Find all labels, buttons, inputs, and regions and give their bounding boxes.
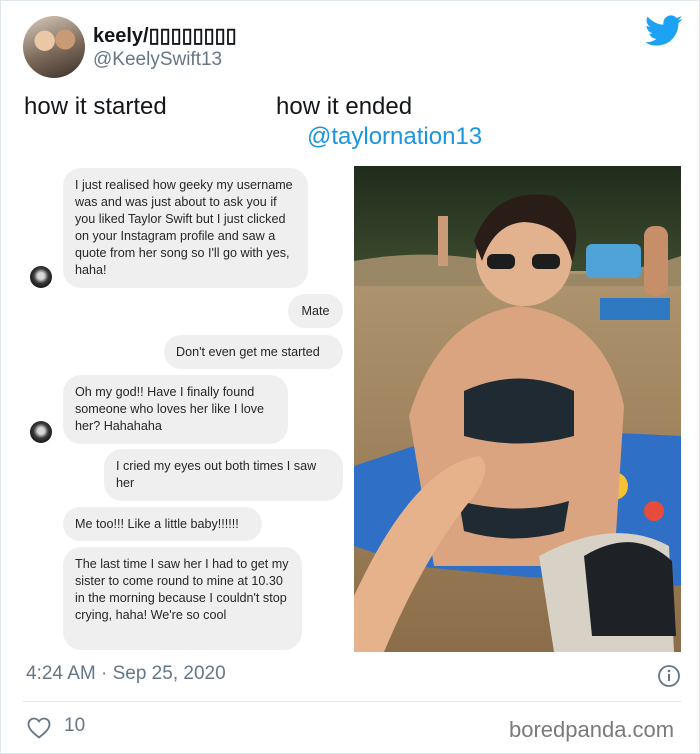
chat-bubble-received: The last time I saw her I had to get my … — [63, 547, 302, 650]
display-name[interactable]: keely/▯▯▯▯▯▯▯▯ — [93, 23, 237, 48]
beach-photo — [354, 166, 681, 652]
profile-avatar[interactable] — [23, 16, 85, 78]
chat-bubble-sent: I cried my eyes out both times I saw her — [104, 449, 343, 501]
caption-how-it-started: how it started — [24, 93, 167, 120]
heart-icon[interactable] — [27, 717, 51, 739]
chat-bubble-received: Me too!!! Like a little baby!!!!!! — [63, 507, 262, 541]
caption-how-it-ended: how it ended — [276, 93, 413, 120]
user-handle[interactable]: @KeelySwift13 — [93, 49, 222, 71]
chat-avatar — [30, 421, 52, 443]
mention-link[interactable]: @taylornation13 — [307, 123, 482, 151]
tweet-timestamp[interactable]: 4:24 AM · Sep 25, 2020 — [26, 663, 226, 685]
chat-bubble-sent: Don't even get me started — [164, 335, 343, 369]
like-count: 10 — [64, 715, 86, 736]
tweet-media[interactable]: I just realised how geeky my username wa… — [23, 159, 681, 655]
info-icon[interactable] — [657, 664, 681, 688]
footer-divider — [23, 701, 681, 702]
chat-bubble-received: I just realised how geeky my username wa… — [63, 168, 308, 288]
boredpanda-watermark: boredpanda.com — [509, 717, 675, 742]
tweet-card: keely/▯▯▯▯▯▯▯▯ @KeelySwift13 how it star… — [0, 0, 700, 754]
chat-avatar — [30, 266, 52, 288]
twitter-bird-icon[interactable] — [645, 15, 683, 47]
chat-bubble-received: Oh my god!! Have I finally found someone… — [63, 375, 288, 444]
photo-illustration — [354, 166, 681, 652]
chat-bubble-sent: Mate — [288, 294, 343, 328]
